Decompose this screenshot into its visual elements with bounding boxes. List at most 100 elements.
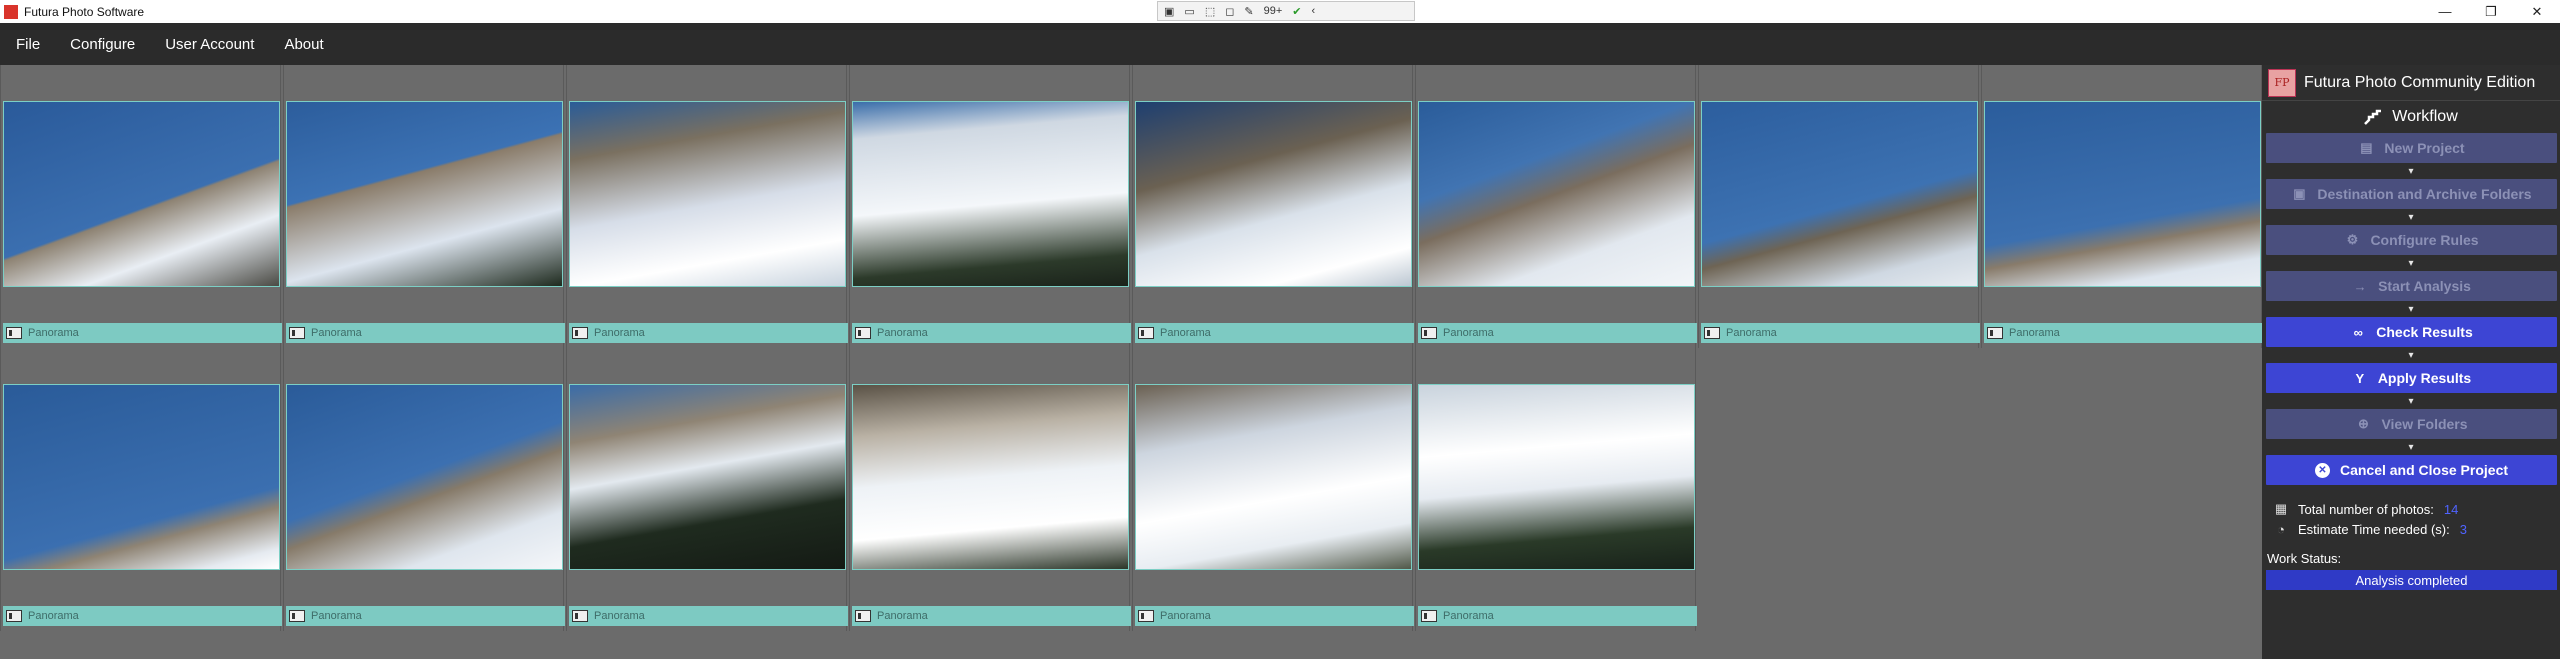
photo-thumbnail[interactable]: [1135, 101, 1412, 287]
photo-cell[interactable]: Panorama: [283, 348, 565, 631]
step-start-analysis-button[interactable]: → Start Analysis: [2266, 271, 2557, 301]
photo-cell[interactable]: Panorama: [566, 65, 848, 348]
title-bar: Futura Photo Software ▣ ▭ ⬚ ◻ ✎ 99+ ✔ ‹ …: [0, 0, 2560, 23]
menu-bar: File Configure User Account About: [0, 23, 2560, 65]
photo-cell[interactable]: Panorama: [1415, 348, 1697, 631]
step-check-results-button[interactable]: ∞ Check Results: [2266, 317, 2557, 347]
photo-thumbnail[interactable]: [569, 101, 846, 287]
photo-label[interactable]: Panorama: [1701, 323, 1980, 343]
panorama-icon: [1421, 327, 1437, 339]
step-label: Cancel and Close Project: [2339, 462, 2509, 478]
screenshot-icon[interactable]: ▣: [1164, 5, 1174, 18]
step-view-folders-button[interactable]: ⊕ View Folders: [2266, 409, 2557, 439]
step-arrow-icon: ▾: [2408, 441, 2414, 453]
photo-cell[interactable]: Panorama: [0, 348, 282, 631]
photo-thumbnail[interactable]: [852, 384, 1129, 570]
photo-cell[interactable]: Panorama: [849, 65, 1131, 348]
photo-cell[interactable]: Panorama: [1981, 65, 2263, 348]
photo-label[interactable]: Panorama: [1418, 323, 1697, 343]
photo-label[interactable]: Panorama: [852, 323, 1131, 343]
photo-label[interactable]: Panorama: [3, 606, 282, 626]
panorama-icon: [6, 327, 22, 339]
work-status-value: Analysis completed: [2266, 570, 2557, 590]
workflow-icon: [2364, 109, 2382, 125]
photo-label-text: Panorama: [1160, 327, 1211, 339]
photo-label[interactable]: Panorama: [569, 323, 848, 343]
region-icon[interactable]: ◻: [1225, 5, 1234, 18]
workflow-header: Workflow: [2262, 101, 2560, 133]
restore-button[interactable]: ❐: [2468, 0, 2514, 23]
photo-label[interactable]: Panorama: [1135, 323, 1414, 343]
step-apply-results-button[interactable]: Y Apply Results: [2266, 363, 2557, 393]
photo-thumbnail[interactable]: [852, 101, 1129, 287]
new-project-icon: ▤: [2360, 140, 2373, 155]
panorama-icon: [1987, 327, 2003, 339]
photo-cell[interactable]: Panorama: [283, 65, 565, 348]
step-destination-and-archive-folders-button[interactable]: ▣ Destination and Archive Folders: [2266, 179, 2557, 209]
total-photos-row: ▦ Total number of photos: 14: [2274, 499, 2560, 519]
photo-label-text: Panorama: [311, 327, 362, 339]
photo-label[interactable]: Panorama: [852, 606, 1131, 626]
photo-cell[interactable]: Panorama: [1132, 65, 1414, 348]
menu-configure[interactable]: Configure: [70, 36, 135, 53]
panorama-icon: [855, 327, 871, 339]
collapse-icon[interactable]: ‹: [1311, 5, 1315, 17]
photo-grid: Panorama Panorama Panorama Panorama Panorama…: [0, 65, 2263, 659]
photo-label[interactable]: Panorama: [286, 606, 565, 626]
photo-label[interactable]: Panorama: [1418, 606, 1697, 626]
panorama-icon: [855, 610, 871, 622]
menu-file[interactable]: File: [16, 36, 40, 53]
photo-thumbnail[interactable]: [3, 101, 280, 287]
tools-icon[interactable]: ✎: [1244, 5, 1253, 18]
photo-label[interactable]: Panorama: [569, 606, 848, 626]
photo-cell[interactable]: Panorama: [0, 65, 282, 348]
panorama-icon: [1704, 327, 1720, 339]
panorama-icon: [289, 610, 305, 622]
photo-label[interactable]: Panorama: [3, 323, 282, 343]
photo-thumbnail[interactable]: [1135, 384, 1412, 570]
photo-label-text: Panorama: [594, 327, 645, 339]
photo-thumbnail[interactable]: [569, 384, 846, 570]
workflow-panel: FP Futura Photo Community Edition Workfl…: [2262, 65, 2560, 659]
photo-thumbnail[interactable]: [3, 384, 280, 570]
photo-label[interactable]: Panorama: [1984, 323, 2263, 343]
step-configure-rules-button[interactable]: ⚙ Configure Rules: [2266, 225, 2557, 255]
step-cancel-and-close-project-button[interactable]: ✕ Cancel and Close Project: [2266, 455, 2557, 485]
close-button[interactable]: ✕: [2514, 0, 2560, 23]
photo-thumbnail[interactable]: [286, 101, 563, 287]
step-arrow-icon: ▾: [2408, 395, 2414, 407]
work-status-label: Work Status:: [2267, 551, 2342, 566]
photo-thumbnail[interactable]: [1418, 384, 1695, 570]
menu-user-account[interactable]: User Account: [165, 36, 254, 53]
photo-cell[interactable]: Panorama: [566, 348, 848, 631]
photo-thumbnail[interactable]: [1984, 101, 2261, 287]
view-icon: ⊕: [2357, 416, 2369, 431]
gears-icon: ⚙: [2346, 232, 2359, 247]
minimize-button[interactable]: —: [2422, 0, 2468, 23]
photo-label[interactable]: Panorama: [286, 323, 565, 343]
photo-cell[interactable]: Panorama: [1415, 65, 1697, 348]
step-label: Start Analysis: [2378, 278, 2471, 294]
photo-cell[interactable]: Panorama: [849, 348, 1131, 631]
step-label: Apply Results: [2377, 370, 2472, 386]
photo-label[interactable]: Panorama: [1135, 606, 1414, 626]
menu-about[interactable]: About: [284, 36, 323, 53]
photo-thumbnail[interactable]: [1418, 101, 1695, 287]
panorama-icon: [6, 610, 22, 622]
step-arrow-icon: ▾: [2408, 303, 2414, 315]
notification-badge[interactable]: 99+: [1264, 5, 1283, 17]
photo-cell[interactable]: Panorama: [1698, 65, 1980, 348]
total-photos-value: 14: [2443, 501, 2459, 517]
stats: ▦ Total number of photos: 14 ◔ Estimate …: [2262, 499, 2560, 539]
check-icon[interactable]: ✔: [1292, 5, 1301, 18]
panorama-icon: [1138, 610, 1154, 622]
step-new-project-button[interactable]: ▤ New Project: [2266, 133, 2557, 163]
video-icon[interactable]: ▭: [1184, 5, 1194, 18]
cursor-icon[interactable]: ⬚: [1205, 5, 1215, 18]
photo-thumbnail[interactable]: [1701, 101, 1978, 287]
photo-thumbnail[interactable]: [286, 384, 563, 570]
brand-title: Futura Photo Community Edition: [2304, 73, 2536, 91]
workflow-steps: ▤ New Project ▾ ▣ Destination and Archive Fo…: [2262, 133, 2560, 485]
photo-cell[interactable]: Panorama: [1132, 348, 1414, 631]
estimate-time-value: 3: [2459, 521, 2467, 537]
